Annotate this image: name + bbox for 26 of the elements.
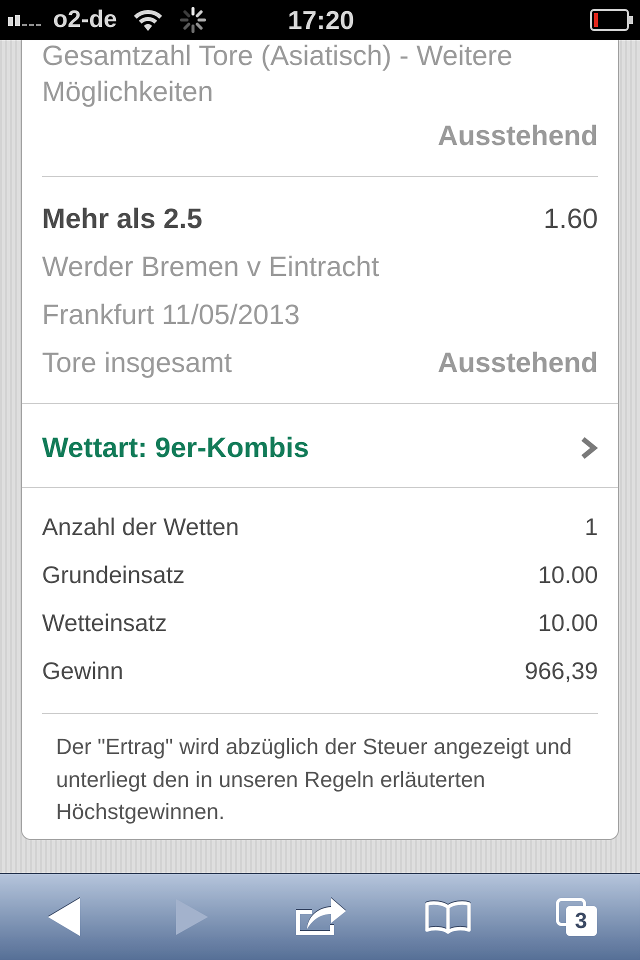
tab-count: 3 xyxy=(566,906,596,936)
tabs-button[interactable]: 3 xyxy=(540,887,612,947)
event-name: Werder Bremen v Eintracht Frankfurt 11/05/2013 xyxy=(42,250,380,332)
bet-status: Ausstehend xyxy=(438,346,598,380)
market-description: Möglichkeiten xyxy=(42,75,214,109)
summary-label: Gewinn xyxy=(42,657,124,687)
bet-type-link[interactable]: Wettart: 9er-Kombis xyxy=(22,404,618,487)
summary-value: 1 xyxy=(584,513,598,543)
clock-time: 17:20 xyxy=(288,7,354,33)
odds-value: 1.60 xyxy=(544,202,598,236)
wifi-icon xyxy=(132,8,164,32)
carrier-name: o2-de xyxy=(53,8,118,32)
bet-status: Ausstehend xyxy=(438,119,598,153)
selection-pick: Mehr als 2.5 xyxy=(42,202,202,236)
battery-icon xyxy=(590,9,634,31)
market-description: Gesamtzahl Tore (Asiatisch) - Weitere xyxy=(42,40,514,72)
summary-value: 10.00 xyxy=(538,561,598,591)
summary-value: 10.00 xyxy=(538,609,598,639)
summary-label: Wetteinsatz xyxy=(42,609,167,639)
summary-value: 966,39 xyxy=(524,657,598,687)
chevron-right-icon xyxy=(580,436,598,460)
market-name: Tore insgesamt xyxy=(42,346,232,380)
loading-spinner-icon xyxy=(180,7,206,33)
disclaimer-text: Der "Ertrag" wird abzüglich der Steuer angezeigt und unterliegt den in unseren Regeln erläuterten Höchstgewinnen. xyxy=(56,733,573,826)
summary-label: Grundeinsatz xyxy=(42,561,185,591)
summary-label: Anzahl der Wetten xyxy=(42,513,240,543)
